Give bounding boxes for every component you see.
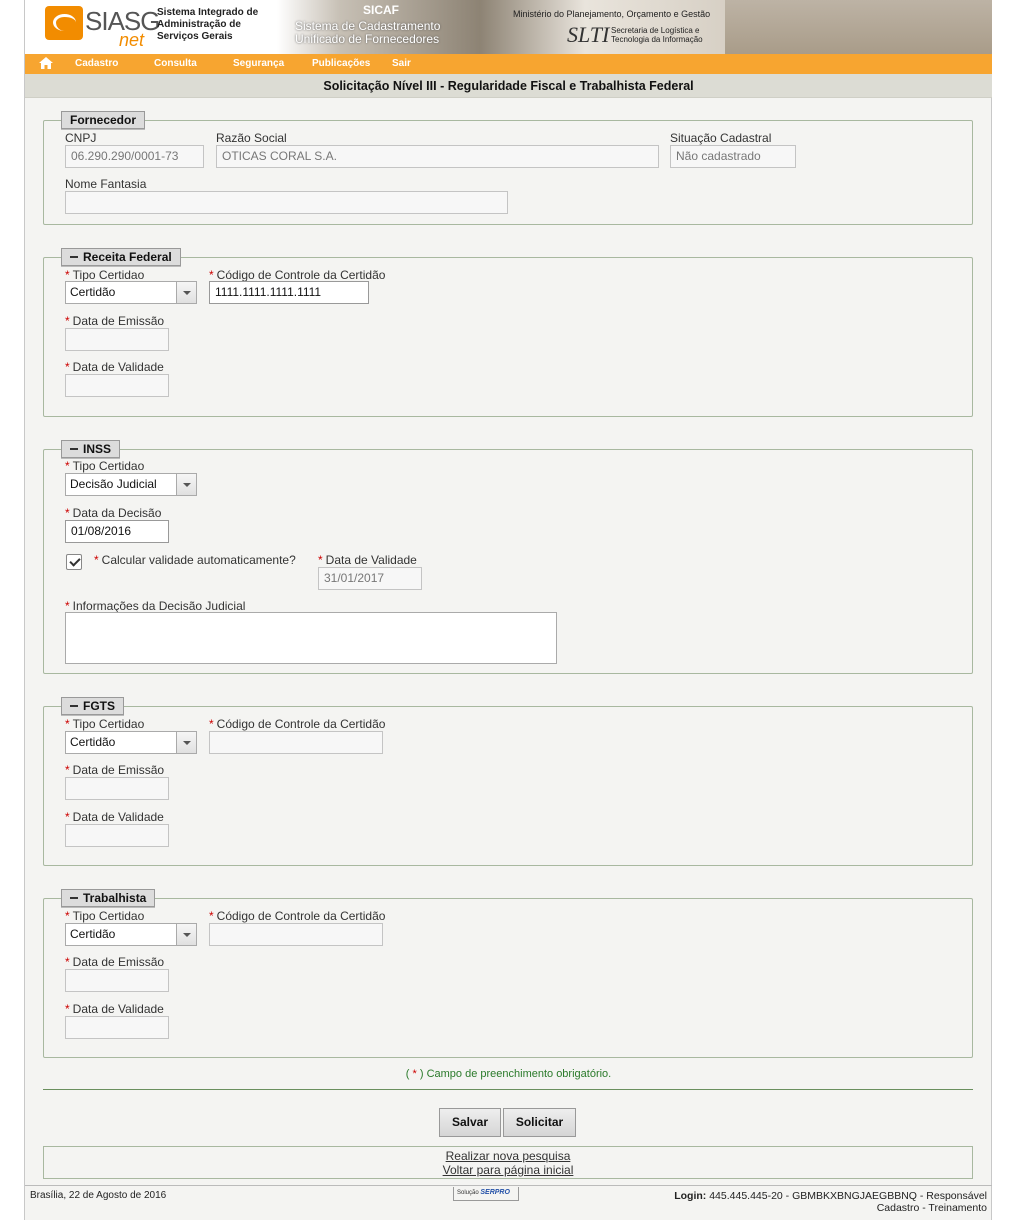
collapse-icon bbox=[70, 704, 78, 707]
menu-item-consulta[interactable]: Consulta bbox=[154, 58, 197, 69]
trabalhista-codigo-field[interactable] bbox=[209, 923, 383, 946]
situacao-cadastral-label: Situação Cadastral bbox=[670, 131, 772, 145]
inss-decisao-label: * Data da Decisão bbox=[65, 506, 162, 520]
inss-info-textarea[interactable] bbox=[65, 612, 557, 664]
trabalhista-emissao-label: * Data de Emissão bbox=[65, 955, 165, 969]
razao-social-field[interactable]: OTICAS CORAL S.A. bbox=[216, 145, 659, 168]
fgts-codigo-label: * Código de Controle da Certidão bbox=[209, 717, 386, 731]
collapse-icon bbox=[70, 447, 78, 450]
dropdown-arrow-icon[interactable] bbox=[176, 282, 196, 303]
footer-date: Brasília, 22 de Agosto de 2016 bbox=[30, 1190, 167, 1201]
receita-codigo-label: * Código de Controle da Certidão bbox=[209, 268, 386, 282]
slti-name: Secretaria de Logística e Tecnologia da … bbox=[611, 26, 703, 44]
fgts-emissao-field[interactable] bbox=[65, 777, 169, 800]
receita-validade-field[interactable] bbox=[65, 374, 169, 397]
receita-emissao-field[interactable] bbox=[65, 328, 169, 351]
inss-legend[interactable]: INSS bbox=[61, 440, 121, 458]
required-fields-note: ( * ) Campo de preenchimento obrigatório… bbox=[405, 1068, 612, 1080]
trabalhista-section bbox=[43, 898, 973, 1058]
cnpj-label: CNPJ bbox=[65, 131, 97, 145]
collapse-icon bbox=[70, 896, 78, 899]
trabalhista-legend[interactable]: Trabalhista bbox=[61, 889, 156, 907]
situacao-cadastral-field[interactable]: Não cadastrado bbox=[670, 145, 796, 168]
menu-item-seguranca[interactable]: Segurança bbox=[233, 58, 284, 69]
system-name: Sistema Integrado de Administração de Se… bbox=[157, 7, 259, 42]
sicaf-title: SICAF bbox=[363, 3, 399, 17]
dropdown-arrow-icon[interactable] bbox=[176, 924, 196, 945]
serpro-logo: Solução SERPRO bbox=[453, 1187, 519, 1201]
home-icon[interactable] bbox=[39, 57, 53, 69]
collapse-icon bbox=[70, 255, 78, 258]
trabalhista-validade-label: * Data de Validade bbox=[65, 1002, 164, 1016]
cnpj-field[interactable]: 06.290.290/0001-73 bbox=[65, 145, 204, 168]
fgts-validade-label: * Data de Validade bbox=[65, 810, 164, 824]
sicaf-full-name: Sistema de Cadastramento Unificado de Fo… bbox=[295, 19, 441, 46]
inss-decisao-field[interactable]: 01/08/2016 bbox=[65, 520, 169, 543]
header-banner: SIASG net Sistema Integrado de Administr… bbox=[25, 0, 992, 54]
receita-tipo-select[interactable]: Certidão bbox=[65, 281, 197, 304]
calcular-validade-checkbox[interactable] bbox=[66, 554, 82, 570]
receita-emissao-label: * Data de Emissão bbox=[65, 314, 165, 328]
inss-tipo-select[interactable]: Decisão Judicial bbox=[65, 473, 197, 496]
nome-fantasia-field[interactable] bbox=[65, 191, 508, 214]
home-link[interactable]: Voltar para página inicial bbox=[44, 1163, 972, 1177]
fgts-legend[interactable]: FGTS bbox=[61, 697, 124, 715]
ministry-name: Ministério do Planejamento, Orçamento e … bbox=[513, 9, 711, 19]
logo-net-text: net bbox=[119, 30, 145, 50]
inss-info-label: * Informações da Decisão Judicial bbox=[65, 599, 246, 613]
navigation-links: Realizar nova pesquisa Voltar para págin… bbox=[43, 1146, 973, 1179]
inss-validade-label: * Data de Validade bbox=[318, 553, 417, 567]
save-button[interactable]: Salvar bbox=[439, 1108, 501, 1137]
fgts-codigo-field[interactable] bbox=[209, 731, 383, 754]
calcular-validade-label: * Calcular validade automaticamente? bbox=[94, 553, 296, 567]
receita-validade-label: * Data de Validade bbox=[65, 360, 164, 374]
fgts-tipo-select[interactable]: Certidão bbox=[65, 731, 197, 754]
inss-tipo-label: * Tipo Certidao bbox=[65, 459, 145, 473]
trabalhista-validade-field[interactable] bbox=[65, 1016, 169, 1039]
fgts-emissao-label: * Data de Emissão bbox=[65, 763, 165, 777]
menu-item-cadastro[interactable]: Cadastro bbox=[75, 58, 118, 69]
trabalhista-codigo-label: * Código de Controle da Certidão bbox=[209, 909, 386, 923]
trabalhista-emissao-field[interactable] bbox=[65, 969, 169, 992]
page: SIASG net Sistema Integrado de Administr… bbox=[24, 0, 992, 1220]
receita-tipo-label: * Tipo Certidao bbox=[65, 268, 145, 282]
fornecedor-legend: Fornecedor bbox=[61, 111, 146, 129]
dropdown-arrow-icon[interactable] bbox=[176, 732, 196, 753]
fgts-validade-field[interactable] bbox=[65, 824, 169, 847]
new-search-link[interactable]: Realizar nova pesquisa bbox=[44, 1149, 972, 1163]
page-title: Solicitação Nível III - Regularidade Fis… bbox=[25, 74, 992, 98]
login-info: Login: 445.445.445-20 - GBMBKXBNGJAEGBBN… bbox=[674, 1190, 987, 1214]
fgts-section bbox=[43, 706, 973, 866]
siasg-logo-icon bbox=[45, 6, 83, 40]
request-button[interactable]: Solicitar bbox=[503, 1108, 576, 1137]
footer-divider bbox=[25, 1185, 992, 1186]
receita-federal-legend[interactable]: Receita Federal bbox=[61, 248, 181, 266]
receita-codigo-field[interactable]: 1111.1111.1111.1111 bbox=[209, 281, 369, 304]
main-menu: Cadastro Consulta Segurança Publicações … bbox=[25, 54, 992, 74]
dropdown-arrow-icon[interactable] bbox=[176, 474, 196, 495]
trabalhista-tipo-label: * Tipo Certidao bbox=[65, 909, 145, 923]
fgts-tipo-label: * Tipo Certidao bbox=[65, 717, 145, 731]
nome-fantasia-label: Nome Fantasia bbox=[65, 177, 147, 191]
slti-logo: SLTI bbox=[567, 22, 610, 47]
menu-item-sair[interactable]: Sair bbox=[392, 58, 411, 69]
inss-validade-field[interactable]: 31/01/2017 bbox=[318, 567, 422, 590]
divider bbox=[43, 1089, 973, 1090]
menu-item-publicacoes[interactable]: Publicações bbox=[312, 58, 370, 69]
razao-social-label: Razão Social bbox=[216, 131, 287, 145]
trabalhista-tipo-select[interactable]: Certidão bbox=[65, 923, 197, 946]
